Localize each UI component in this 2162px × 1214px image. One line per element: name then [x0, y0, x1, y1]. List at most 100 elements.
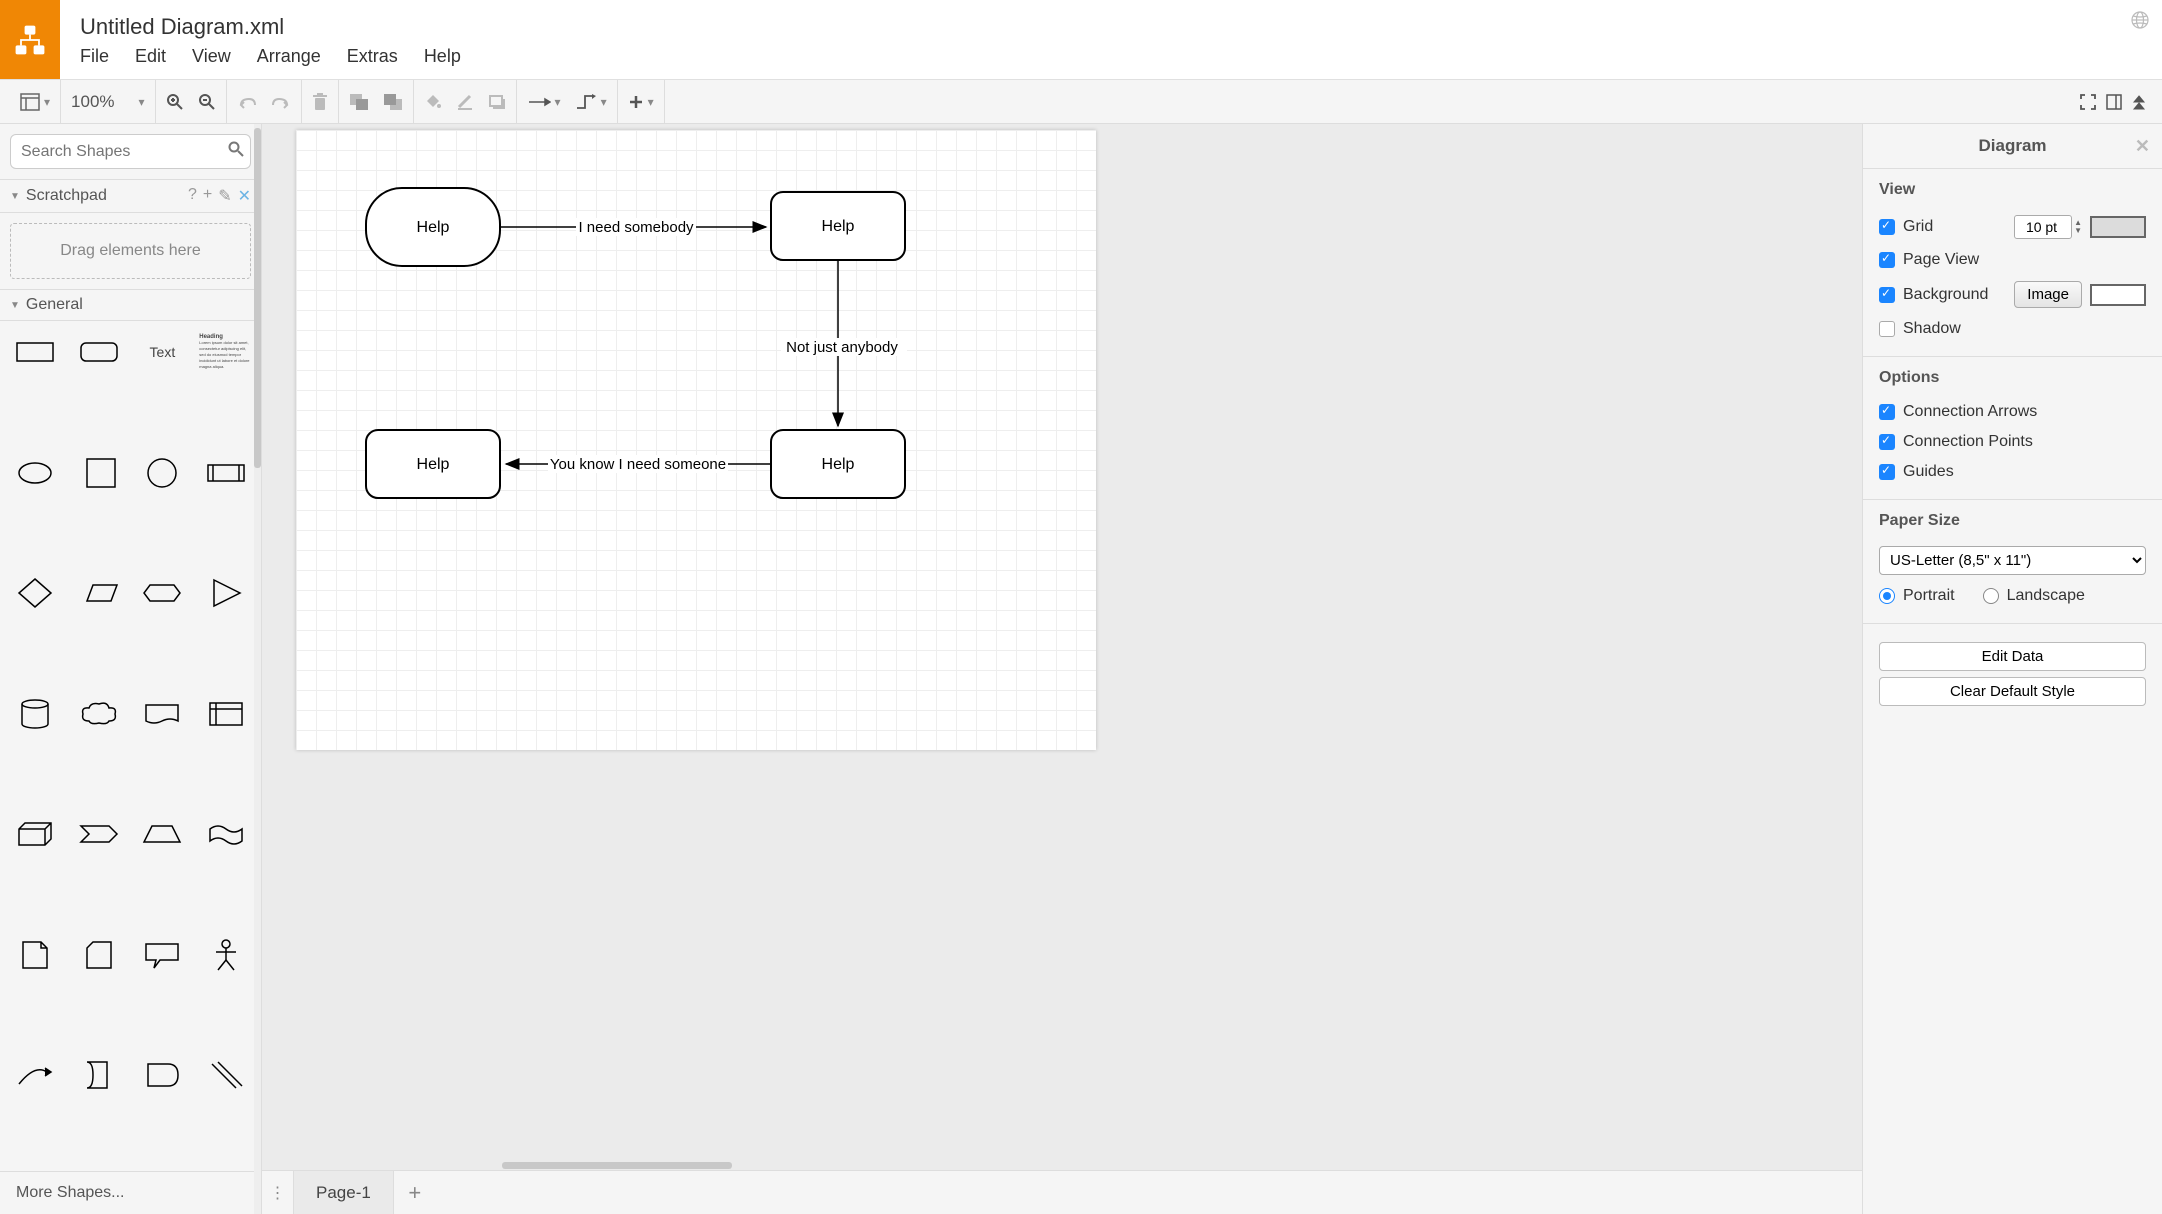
menu-file[interactable]: File	[80, 46, 109, 67]
conn-points-checkbox[interactable]	[1879, 434, 1895, 450]
menu-extras[interactable]: Extras	[347, 46, 398, 67]
panel-close-icon[interactable]: ✕	[2135, 136, 2150, 157]
to-front-button[interactable]	[349, 93, 369, 111]
shape-curve[interactable]	[8, 1054, 62, 1096]
document-title[interactable]: Untitled Diagram.xml	[80, 6, 2118, 40]
connection-style-button[interactable]: ▾	[527, 95, 561, 109]
portrait-radio[interactable]	[1879, 588, 1895, 604]
undo-button[interactable]	[237, 95, 257, 109]
shadow-button[interactable]	[488, 94, 506, 110]
clear-style-button[interactable]: Clear Default Style	[1879, 677, 2146, 706]
shape-rounded-rect[interactable]	[72, 331, 126, 373]
scratchpad-header[interactable]: ▼ Scratchpad ? + ✎ ✕	[0, 179, 261, 213]
scratchpad-dropzone[interactable]: Drag elements here	[10, 223, 251, 279]
zoom-level[interactable]: 100%	[71, 92, 120, 112]
zoom-out-button[interactable]	[198, 93, 216, 111]
to-back-button[interactable]	[383, 93, 403, 111]
menu-help[interactable]: Help	[424, 46, 461, 67]
grid-checkbox[interactable]	[1879, 219, 1895, 235]
fullscreen-button[interactable]	[2080, 94, 2096, 110]
shape-tape[interactable]	[199, 813, 253, 855]
language-icon[interactable]	[2118, 0, 2162, 79]
shape-triangle[interactable]	[199, 572, 253, 614]
background-color-swatch[interactable]	[2090, 284, 2146, 306]
canvas-h-scrollbar[interactable]	[262, 1162, 1862, 1170]
tab-page-1[interactable]: Page-1	[294, 1171, 394, 1214]
shape-hexagon[interactable]	[136, 572, 190, 614]
shape-or[interactable]	[72, 1054, 126, 1096]
edit-data-button[interactable]: Edit Data	[1879, 642, 2146, 671]
paper-size-select[interactable]: US-Letter (8,5" x 11")	[1879, 546, 2146, 575]
conn-arrows-checkbox[interactable]	[1879, 404, 1895, 420]
shape-cylinder[interactable]	[8, 693, 62, 735]
scratchpad-help-icon[interactable]: ?	[188, 186, 197, 206]
shape-heading[interactable]: HeadingLorem ipsum dolor sit amet, conse…	[199, 331, 253, 373]
grid-color-swatch[interactable]	[2090, 216, 2146, 238]
shape-and[interactable]	[136, 1054, 190, 1096]
format-panel-toggle[interactable]	[2106, 94, 2122, 110]
zoom-in-button[interactable]	[166, 93, 184, 111]
shape-rectangle[interactable]	[8, 331, 62, 373]
shape-cube[interactable]	[8, 813, 62, 855]
shape-parallelogram[interactable]	[72, 572, 126, 614]
zoom-caret-icon[interactable]: ▾	[139, 95, 145, 109]
waypoint-style-button[interactable]: ▾	[575, 94, 607, 110]
shape-trapezoid[interactable]	[136, 813, 190, 855]
shape-square[interactable]	[72, 452, 126, 494]
menubar: File Edit View Arrange Extras Help	[80, 40, 2118, 73]
view-section: View Grid ▲▼ Page View Background Image	[1863, 169, 2162, 357]
menu-view[interactable]: View	[192, 46, 231, 67]
menu-edit[interactable]: Edit	[135, 46, 166, 67]
diagram-page[interactable]: Help Help Help Help I need somebody	[296, 130, 1096, 750]
redo-button[interactable]	[271, 95, 291, 109]
shape-cloud[interactable]	[72, 693, 126, 735]
search-icon[interactable]	[228, 141, 244, 162]
shape-process[interactable]	[199, 452, 253, 494]
pages-menu-button[interactable]: ⋮	[262, 1171, 294, 1214]
fill-color-button[interactable]	[424, 93, 442, 111]
menu-arrange[interactable]: Arrange	[257, 46, 321, 67]
node-label: Help	[822, 218, 855, 235]
landscape-radio[interactable]	[1983, 588, 1999, 604]
shape-circle[interactable]	[136, 452, 190, 494]
background-image-button[interactable]: Image	[2014, 281, 2082, 308]
collapse-toolbar-button[interactable]	[2132, 94, 2146, 110]
shape-internal-storage[interactable]	[199, 693, 253, 735]
line-color-button[interactable]	[456, 93, 474, 111]
shape-card[interactable]	[72, 934, 126, 976]
edge-label: You know I need someone	[550, 456, 726, 473]
panel-title: Diagram	[1978, 136, 2046, 156]
general-header[interactable]: ▼ General	[0, 289, 261, 321]
search-shapes-box[interactable]	[10, 134, 251, 169]
more-shapes-button[interactable]: More Shapes...	[0, 1171, 261, 1214]
delete-button[interactable]	[312, 93, 328, 111]
background-checkbox[interactable]	[1879, 287, 1895, 303]
add-page-button[interactable]: +	[394, 1171, 436, 1214]
scratchpad-edit-icon[interactable]: ✎	[218, 186, 231, 206]
shape-note[interactable]	[8, 934, 62, 976]
shape-document[interactable]	[136, 693, 190, 735]
scratchpad-add-icon[interactable]: +	[203, 186, 212, 206]
canvas[interactable]: Help Help Help Help I need somebody	[262, 124, 1862, 1170]
view-mode-button[interactable]: ▾	[20, 93, 50, 111]
app-logo[interactable]	[0, 0, 60, 79]
sidebar-scrollbar[interactable]	[254, 124, 261, 1214]
shape-step[interactable]	[72, 813, 126, 855]
scratchpad-close-icon[interactable]: ✕	[238, 186, 251, 206]
insert-button[interactable]: ▾	[628, 94, 654, 110]
node-label: Help	[417, 219, 450, 236]
grid-stepper[interactable]: ▲▼	[2074, 219, 2082, 235]
guides-checkbox[interactable]	[1879, 464, 1895, 480]
grid-size-input[interactable]	[2014, 215, 2072, 239]
shape-diamond[interactable]	[8, 572, 62, 614]
portrait-label: Portrait	[1903, 587, 1955, 605]
shape-actor[interactable]	[199, 934, 253, 976]
shadow-checkbox[interactable]	[1879, 321, 1895, 337]
search-input[interactable]	[21, 143, 228, 161]
shape-callout[interactable]	[136, 934, 190, 976]
shape-ellipse[interactable]	[8, 452, 62, 494]
shapes-sidebar: ▼ Scratchpad ? + ✎ ✕ Drag elements here …	[0, 124, 262, 1214]
pageview-checkbox[interactable]	[1879, 252, 1895, 268]
shape-data-storage[interactable]	[199, 1054, 253, 1096]
shape-text[interactable]: Text	[136, 331, 190, 373]
